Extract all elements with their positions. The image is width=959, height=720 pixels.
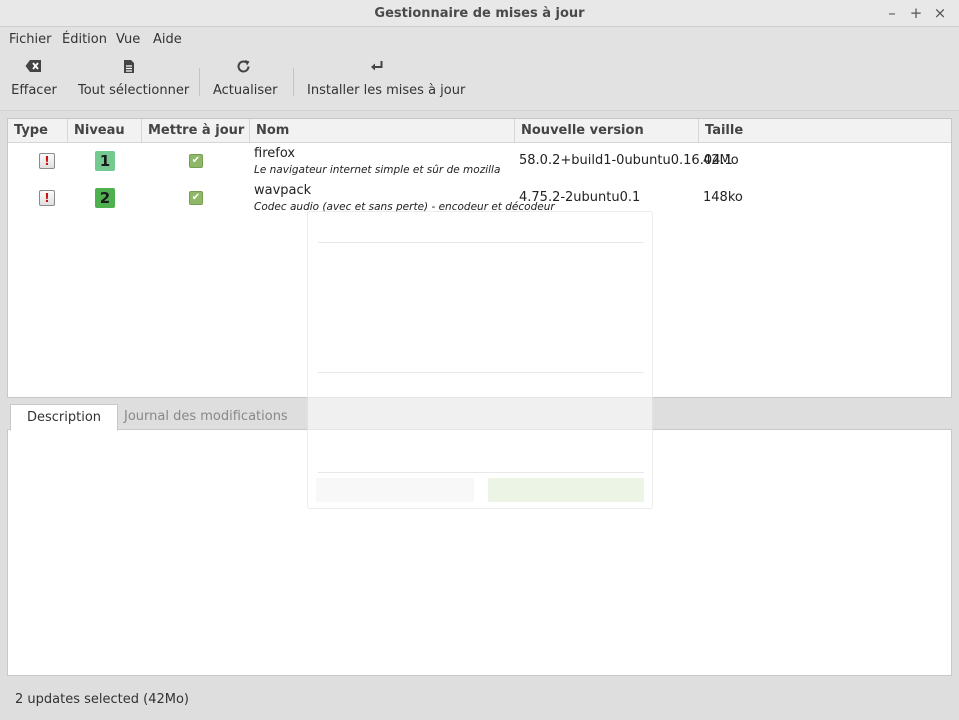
- package-name: wavpack: [254, 183, 312, 198]
- window-title: Gestionnaire de mises à jour: [374, 6, 585, 21]
- status-bar: 2 updates selected (42Mo): [0, 688, 959, 712]
- toolbar-separator: [293, 68, 294, 96]
- select-all-label: Tout sélectionner: [78, 83, 190, 98]
- ghost-dialog-overlay: [307, 211, 653, 509]
- menu-aide[interactable]: Aide: [153, 32, 182, 47]
- level-badge: 2: [95, 188, 115, 208]
- column-nouvelle-version[interactable]: Nouvelle version: [515, 119, 699, 143]
- security-warning-icon: !: [39, 190, 55, 206]
- package-description: Le navigateur internet simple et sûr de …: [254, 164, 501, 176]
- toolbar-separator: [199, 68, 200, 96]
- document-icon: [78, 59, 180, 79]
- clear-label: Effacer: [11, 83, 57, 98]
- title-bar: Gestionnaire de mises à jour – + ×: [0, 0, 959, 27]
- level-badge: 1: [95, 151, 115, 171]
- table-header: Type Niveau Mettre à jour Nom Nouvelle v…: [8, 119, 951, 143]
- menu-bar: Fichier Édition Vue Aide: [0, 27, 959, 53]
- package-size: 148ko: [703, 190, 743, 205]
- minimize-button[interactable]: –: [883, 4, 901, 22]
- column-taille[interactable]: Taille: [699, 119, 951, 143]
- menu-fichier[interactable]: Fichier: [9, 32, 52, 47]
- column-nom[interactable]: Nom: [250, 119, 515, 143]
- security-warning-icon: !: [39, 153, 55, 169]
- backspace-icon: [8, 59, 60, 79]
- new-version: 58.0.2+build1-0ubuntu0.16.04.1: [519, 153, 733, 168]
- column-mettre-a-jour[interactable]: Mettre à jour: [142, 119, 250, 143]
- column-type[interactable]: Type: [8, 119, 68, 143]
- return-arrow-icon: [307, 59, 447, 79]
- refresh-label: Actualiser: [213, 83, 278, 98]
- close-button[interactable]: ×: [931, 4, 949, 22]
- update-checkbox[interactable]: ✔: [189, 154, 203, 168]
- update-checkbox[interactable]: ✔: [189, 191, 203, 205]
- status-text: 2 updates selected (42Mo): [15, 692, 189, 707]
- column-niveau[interactable]: Niveau: [68, 119, 142, 143]
- maximize-button[interactable]: +: [907, 4, 925, 22]
- new-version: 4.75.2-2ubuntu0.1: [519, 190, 641, 205]
- refresh-icon: [213, 59, 273, 79]
- package-size: 42Mo: [703, 153, 739, 168]
- install-updates-label: Installer les mises à jour: [307, 83, 466, 98]
- menu-edition[interactable]: Édition: [62, 32, 107, 47]
- refresh-button[interactable]: Actualiser: [213, 59, 278, 105]
- menu-vue[interactable]: Vue: [116, 32, 140, 47]
- table-row[interactable]: ! 1 ✔ firefox Le navigateur internet sim…: [8, 143, 951, 180]
- install-updates-button[interactable]: Installer les mises à jour: [307, 59, 466, 105]
- tab-changelog[interactable]: Journal des modifications: [108, 404, 304, 431]
- package-name: firefox: [254, 146, 296, 161]
- clear-button[interactable]: Effacer: [8, 59, 60, 105]
- toolbar: Effacer Tout sélectionner Actualiser Ins…: [0, 53, 959, 111]
- tab-description[interactable]: Description: [10, 404, 119, 431]
- select-all-button[interactable]: Tout sélectionner: [78, 59, 190, 105]
